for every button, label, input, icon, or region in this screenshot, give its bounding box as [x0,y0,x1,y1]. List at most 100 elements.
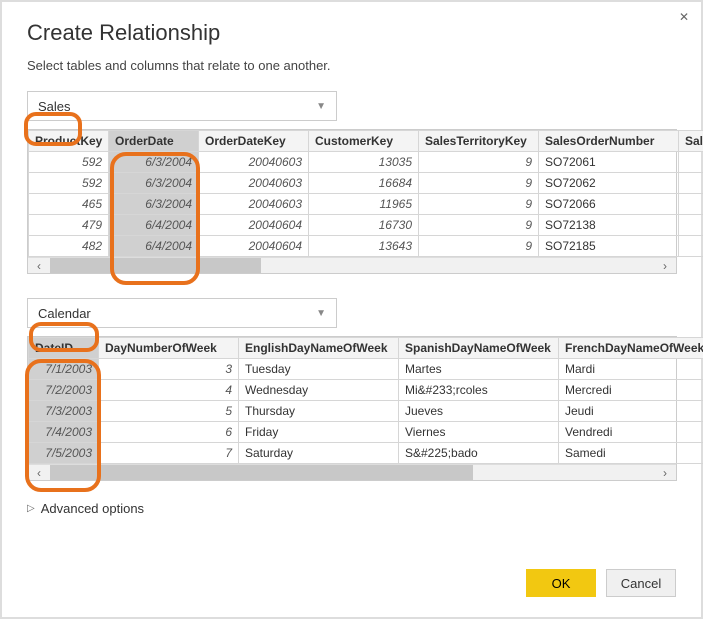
table-cell[interactable]: 7/3/2003 [29,401,99,422]
table-cell[interactable] [679,215,703,236]
table-cell[interactable]: 7/2/2003 [29,380,99,401]
advanced-options-toggle[interactable]: ▷ Advanced options [27,501,676,516]
table1-hscroll[interactable]: ‹ › [28,257,676,273]
column-header[interactable]: SpanishDayNameOfWeek [399,338,559,359]
table-cell[interactable]: 9 [419,215,539,236]
table-cell[interactable]: 479 [29,215,109,236]
table-cell[interactable]: 6/4/2004 [109,236,199,257]
table-cell[interactable]: 20040603 [199,194,309,215]
column-header[interactable]: SalesOrderNumber [539,131,679,152]
column-header[interactable]: DayNumberOfWeek [99,338,239,359]
table-cell[interactable]: Wednesday [239,380,399,401]
table-cell[interactable]: 20040604 [199,215,309,236]
table2-hscroll[interactable]: ‹ › [28,464,676,480]
table-row[interactable]: 4796/4/200420040604167309SO72138 [29,215,703,236]
table-cell[interactable]: 7/4/2003 [29,422,99,443]
ok-button[interactable]: OK [526,569,596,597]
table-row[interactable]: 7/3/20035ThursdayJuevesJeudi [29,401,703,422]
table-row[interactable]: 7/5/20037SaturdayS&#225;badoSamedi [29,443,703,464]
table-cell[interactable]: 592 [29,152,109,173]
table-row[interactable]: 5926/3/200420040603166849SO72062 [29,173,703,194]
table-row[interactable]: 7/4/20036FridayViernesVendredi [29,422,703,443]
table-cell[interactable]: SO72138 [539,215,679,236]
scroll-left-icon[interactable]: ‹ [28,465,50,481]
table-cell[interactable]: Vendredi [559,422,703,443]
table2-select-value: Calendar [38,306,91,321]
table-cell[interactable]: Samedi [559,443,703,464]
table-cell[interactable]: Jeudi [559,401,703,422]
table-cell[interactable]: SO72062 [539,173,679,194]
table-cell[interactable]: 9 [419,236,539,257]
table-cell[interactable]: 13035 [309,152,419,173]
table-cell[interactable] [679,194,703,215]
table-cell[interactable]: 6/3/2004 [109,173,199,194]
table-cell[interactable] [679,173,703,194]
column-header[interactable]: SalesOrder [679,131,703,152]
table-cell[interactable]: SO72185 [539,236,679,257]
column-header[interactable]: OrderDate [109,131,199,152]
table-cell[interactable]: SO72066 [539,194,679,215]
table-cell[interactable]: Martes [399,359,559,380]
table-cell[interactable]: SO72061 [539,152,679,173]
table-cell[interactable]: 9 [419,152,539,173]
table-cell[interactable]: 5 [99,401,239,422]
table-cell[interactable]: 6/4/2004 [109,215,199,236]
table-cell[interactable]: Viernes [399,422,559,443]
scroll-right-icon[interactable]: › [654,465,676,481]
table-cell[interactable]: Thursday [239,401,399,422]
table-cell[interactable]: 13643 [309,236,419,257]
table-cell[interactable]: Tuesday [239,359,399,380]
table1-select[interactable]: Sales ▼ [27,91,337,121]
table-cell[interactable]: 6 [99,422,239,443]
table-cell[interactable]: Mercredi [559,380,703,401]
column-header[interactable]: ProductKey [29,131,109,152]
table-cell[interactable]: 592 [29,173,109,194]
table-cell[interactable]: 6/3/2004 [109,194,199,215]
table-cell[interactable] [679,236,703,257]
table-row[interactable]: 7/2/20034WednesdayMi&#233;rcolesMercredi [29,380,703,401]
scroll-left-icon[interactable]: ‹ [28,258,50,274]
table-cell[interactable]: 7/5/2003 [29,443,99,464]
table-cell[interactable]: 20040604 [199,236,309,257]
column-header[interactable]: DateID [29,338,99,359]
table-row[interactable]: 7/1/20033TuesdayMartesMardi [29,359,703,380]
table-cell[interactable]: 9 [419,173,539,194]
table-cell[interactable]: 11965 [309,194,419,215]
table-cell[interactable] [679,152,703,173]
table-cell[interactable]: Mi&#233;rcoles [399,380,559,401]
column-header[interactable]: EnglishDayNameOfWeek [239,338,399,359]
table-row[interactable]: 4656/3/200420040603119659SO72066 [29,194,703,215]
table-cell[interactable]: Jueves [399,401,559,422]
column-header[interactable]: FrenchDayNameOfWeek [559,338,703,359]
table-cell[interactable]: Mardi [559,359,703,380]
table1-select-value: Sales [38,99,71,114]
table-cell[interactable]: 6/3/2004 [109,152,199,173]
table-cell[interactable]: Saturday [239,443,399,464]
table-cell[interactable]: Friday [239,422,399,443]
table-cell[interactable]: 465 [29,194,109,215]
table2-select[interactable]: Calendar ▼ [27,298,337,328]
table-cell[interactable]: 7/1/2003 [29,359,99,380]
table-cell[interactable]: 20040603 [199,152,309,173]
scroll-track[interactable] [50,465,654,480]
table-cell[interactable]: 20040603 [199,173,309,194]
table-cell[interactable]: 16730 [309,215,419,236]
column-header[interactable]: SalesTerritoryKey [419,131,539,152]
column-header[interactable]: CustomerKey [309,131,419,152]
column-header[interactable]: OrderDateKey [199,131,309,152]
table-row[interactable]: 5926/3/200420040603130359SO72061 [29,152,703,173]
scroll-right-icon[interactable]: › [654,258,676,274]
close-icon[interactable]: ✕ [679,10,689,24]
scroll-track[interactable] [50,258,654,273]
table-cell[interactable]: 7 [99,443,239,464]
table-cell[interactable]: 9 [419,194,539,215]
table-cell[interactable]: S&#225;bado [399,443,559,464]
table-row[interactable]: 4826/4/200420040604136439SO72185 [29,236,703,257]
table-cell[interactable]: 16684 [309,173,419,194]
table-cell[interactable]: 3 [99,359,239,380]
table2-grid[interactable]: DateIDDayNumberOfWeekEnglishDayNameOfWee… [27,336,677,481]
cancel-button[interactable]: Cancel [606,569,676,597]
table-cell[interactable]: 4 [99,380,239,401]
table-cell[interactable]: 482 [29,236,109,257]
table1-grid[interactable]: ProductKeyOrderDateOrderDateKeyCustomerK… [27,129,677,274]
